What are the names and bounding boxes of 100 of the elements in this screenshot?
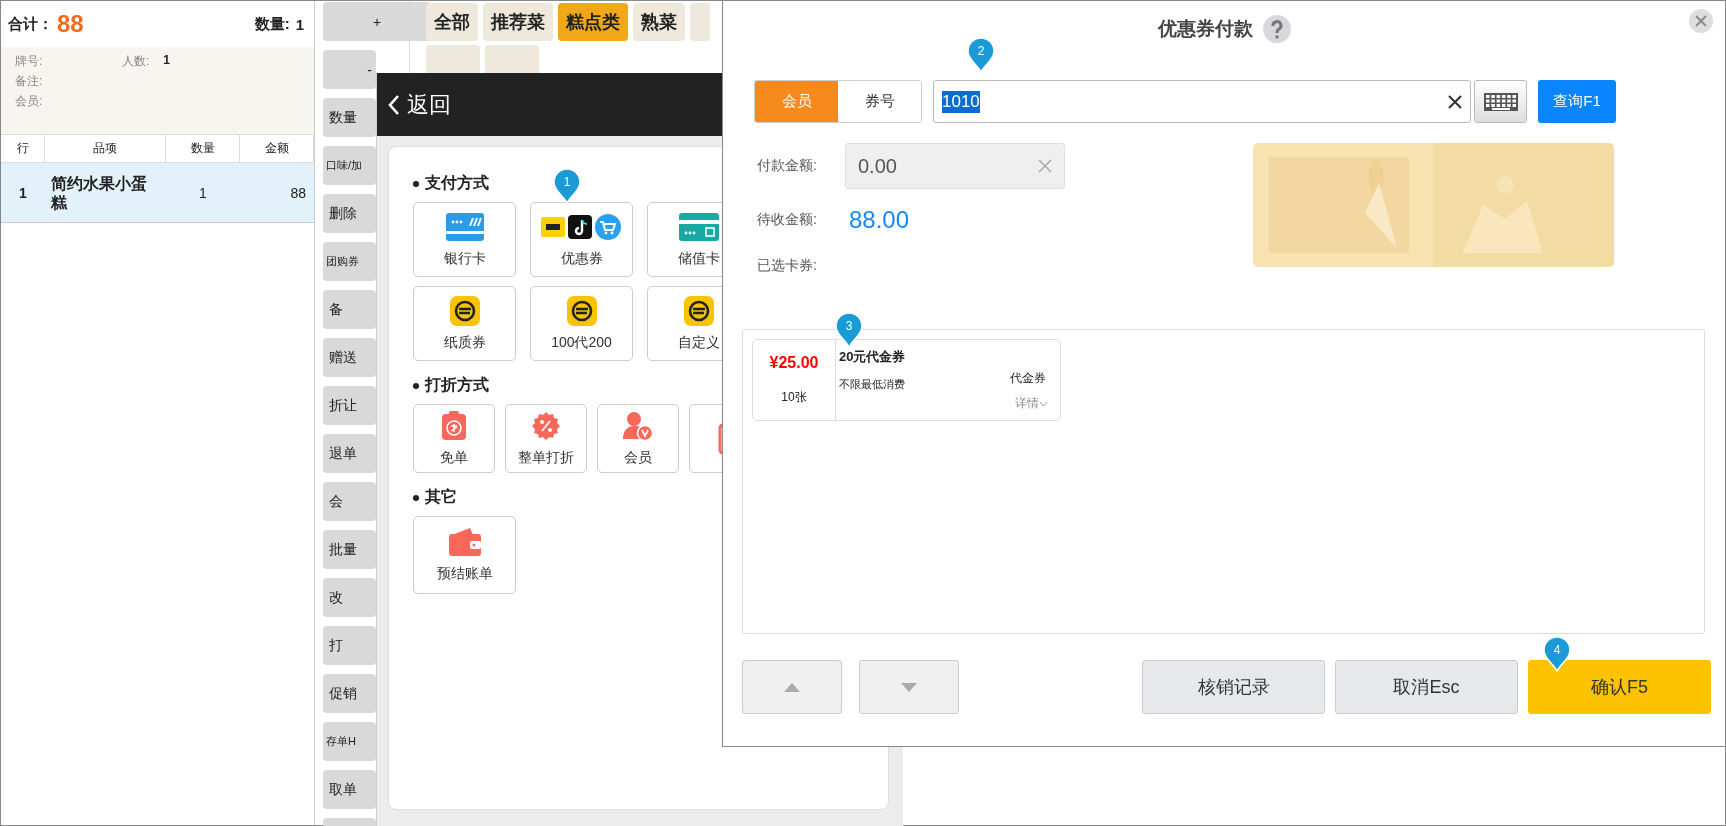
bullet-icon (413, 180, 419, 187)
field-label: 待收金额: (757, 211, 818, 229)
member-label: 会员: (15, 93, 43, 110)
payment-method-tile[interactable]: 预结账单 (413, 516, 516, 594)
column-header: 数量 (166, 135, 240, 162)
dialog-title: 优惠券付款 (1157, 16, 1253, 41)
guests-label: 人数: (122, 53, 150, 70)
function-button[interactable]: 团购券 (323, 242, 376, 281)
search-field[interactable]: 1010 (933, 80, 1471, 123)
close-button[interactable] (1689, 9, 1713, 33)
annotation-pin: 3 (835, 312, 863, 348)
function-button[interactable]: 退单 (323, 434, 376, 473)
table-cell-text: 简约水果小蛋糕 (50, 173, 148, 213)
coupon-card[interactable]: ¥25.00 10张 20元代金券 不限最低消费 代金券 详情 (752, 339, 1061, 421)
quantity-value: 1 (295, 15, 304, 33)
section-title: 支付方式 (425, 173, 489, 193)
help-icon[interactable] (1262, 14, 1291, 43)
column-header: 金额 (240, 135, 314, 162)
function-button[interactable]: 赠送 (323, 338, 376, 377)
chevron-left-icon (387, 93, 401, 116)
coupon-icon (682, 295, 715, 326)
function-button[interactable]: 取单 (323, 770, 376, 809)
category-tab[interactable] (690, 3, 710, 41)
query-button[interactable]: 查询F1 (1538, 80, 1616, 123)
free-order-icon (441, 410, 467, 441)
coupon-condition: 不限最低消费 (839, 377, 905, 392)
function-button[interactable]: 口味/加 (323, 146, 376, 185)
field-label: 已选卡券: (757, 257, 818, 275)
function-button[interactable]: 打 (323, 626, 376, 665)
table-cell-text: 88 (289, 183, 307, 203)
total-label: 合计： (8, 14, 53, 34)
guests-value: 1 (163, 53, 171, 69)
function-button[interactable]: 存单H (323, 722, 376, 761)
coupon-count: 10张 (781, 388, 807, 406)
category-tab[interactable] (485, 45, 539, 73)
order-row[interactable]: 1 简约水果小蛋糕 1 88 (1, 163, 314, 223)
function-button[interactable]: 删除 (323, 194, 376, 233)
payment-method-tile[interactable]: 优惠券 (530, 202, 633, 277)
close-icon (1695, 15, 1707, 27)
field-label: 付款金额: (757, 157, 818, 175)
coupon-icon (565, 295, 598, 326)
function-button[interactable]: 批量 (323, 530, 376, 569)
column-header: 行 (1, 135, 45, 162)
coupon-icon (448, 295, 481, 326)
scroll-up-button[interactable] (742, 660, 842, 714)
action-button[interactable]: 确认F5 (1528, 660, 1711, 714)
section-title: 打折方式 (425, 375, 489, 395)
payment-method-tile[interactable]: 免单 (413, 404, 495, 473)
table-cell-text: 1 (18, 183, 28, 203)
stored-card-icon (677, 211, 720, 242)
annotation-pin: 2 (967, 37, 995, 73)
bullet-icon (413, 382, 419, 389)
note-label: 备注: (15, 73, 43, 90)
back-button[interactable]: 返回 (387, 89, 451, 120)
member-icon (623, 410, 653, 441)
coupon-price: ¥25.00 (769, 354, 819, 373)
keyboard-button[interactable] (1474, 80, 1527, 123)
total-amount: 88 (57, 10, 84, 38)
function-button[interactable]: 折让 (323, 386, 376, 425)
triangle-down-icon (901, 682, 917, 692)
section-title: 其它 (425, 487, 457, 507)
category-tab[interactable]: 糕点类 (558, 3, 628, 41)
keyboard-icon (1483, 92, 1518, 111)
percent-badge-icon (531, 410, 561, 441)
function-button[interactable]: 促销 (323, 674, 376, 713)
coupon-name: 20元代金券 (839, 348, 907, 366)
plate-label: 牌号: (15, 53, 44, 70)
annotation-pin: 4 (1543, 636, 1571, 672)
payment-method-tile[interactable]: 100代200 (530, 286, 633, 361)
quantity-label: 数量: (254, 14, 290, 34)
details-link[interactable]: 详情 (1015, 395, 1048, 412)
category-tab[interactable]: 推荐菜 (483, 3, 553, 41)
function-button[interactable]: - (323, 50, 376, 89)
action-button[interactable]: 核销记录 (1142, 660, 1325, 714)
category-tab[interactable]: 全部 (426, 3, 478, 41)
amount-due: 88.00 (849, 206, 910, 234)
function-button[interactable]: 改 (323, 578, 376, 617)
bank-card-icon (444, 211, 485, 242)
bullet-icon (413, 494, 419, 501)
payment-method-tile[interactable]: 会员 (597, 404, 679, 473)
scroll-down-button[interactable] (859, 660, 959, 714)
column-header: 品项 (45, 135, 166, 162)
table-cell-text: 1 (198, 183, 208, 203)
payment-method-tile[interactable]: 银行卡 (413, 202, 516, 277)
coupon-type: 代金券 (1010, 370, 1046, 387)
function-button[interactable]: 备 (323, 290, 376, 329)
action-button[interactable]: 取消Esc (1335, 660, 1518, 714)
payment-method-tile[interactable]: 整单打折 (505, 404, 587, 473)
category-tab[interactable] (426, 45, 480, 73)
triangle-up-icon (784, 682, 800, 692)
function-button[interactable]: 会 (323, 482, 376, 521)
caret-icon (1039, 400, 1048, 407)
payment-method-tile[interactable]: 纸质券 (413, 286, 516, 361)
clear-icon[interactable] (1448, 94, 1462, 109)
annotation-pin: 1 (553, 168, 581, 204)
payment-amount-field[interactable]: 0.00 (845, 143, 1065, 189)
category-tab[interactable]: 熟菜 (633, 3, 685, 41)
platform-logos-icon (540, 211, 623, 242)
function-button[interactable]: 数量 (323, 98, 376, 137)
wallet-icon (447, 527, 482, 557)
